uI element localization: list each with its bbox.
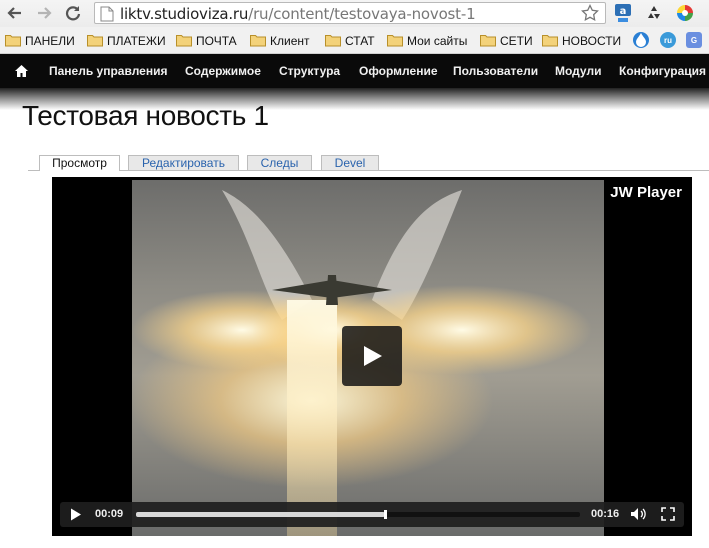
toolbar-item-dashboard[interactable]: Панель управления [49,64,167,78]
seek-bar[interactable] [136,510,580,519]
folder-icon [325,35,341,47]
toolbar-item-structure[interactable]: Структура [279,64,340,78]
ru-badge-icon[interactable]: ru [660,32,676,48]
reload-icon [65,6,81,21]
browser-address-row: liktv.studioviza.ru/ru/content/testovaya… [0,0,709,27]
folder-icon [250,35,266,47]
address-bar[interactable]: liktv.studioviza.ru/ru/content/testovaya… [94,2,606,24]
bookmark-folder-stat[interactable]: СТАТ [325,32,375,49]
bookmark-label: Мои сайты [407,33,468,48]
bookmark-folder-novosti[interactable]: НОВОСТИ [542,32,621,49]
url-host: liktv.studioviza.ru [120,5,249,23]
admin-toolbar: Панель управления Содержимое Структура О… [0,54,709,88]
play-overlay-button[interactable] [342,326,402,386]
play-icon [71,508,81,521]
bookmark-folder-paneli[interactable]: ПАНЕЛИ [5,32,75,49]
toolbar-item-configuration[interactable]: Конфигурация [619,64,706,78]
folder-icon [387,35,403,47]
tab-edit[interactable]: Редактировать [128,155,239,170]
back-button[interactable] [6,4,24,22]
toolbar-item-people[interactable]: Пользователи [453,64,538,78]
extension-recycle-icon[interactable] [643,2,665,24]
home-link[interactable] [15,64,28,82]
bookmark-label: Клиент [270,33,310,48]
bookmark-folder-pochta[interactable]: ПОЧТА [176,32,237,49]
fullscreen-icon [661,507,675,521]
tab-view[interactable]: Просмотр [39,155,120,171]
seek-bar-played [136,512,385,517]
toolbar-item-modules[interactable]: Модули [555,64,601,78]
folder-icon [480,35,496,47]
bookmark-label: ПАНЕЛИ [25,33,75,48]
player-brand-watermark: JW Player [610,184,682,201]
translate-icon[interactable]: G [686,32,702,48]
bookmark-label: СТАТ [345,33,375,48]
forward-arrow-icon [38,7,52,19]
page-icon [100,6,114,22]
play-button[interactable] [70,508,82,526]
forward-button[interactable] [35,4,53,22]
bookmark-label: СЕТИ [500,33,533,48]
extension-download-icon[interactable]: a [612,2,634,24]
elapsed-time: 00:09 [95,508,124,520]
tabs-baseline [28,170,709,171]
volume-icon [631,508,646,520]
bookmarks-bar: ПАНЕЛИ ПЛАТЕЖИ ПОЧТА Клиент СТАТ Мои сай… [0,27,709,54]
bookmark-folder-klient[interactable]: Клиент [250,32,310,49]
extension-colorwheel-icon[interactable] [674,2,696,24]
bookmark-label: НОВОСТИ [562,33,622,48]
reload-button[interactable] [64,4,82,22]
toolbar-item-appearance[interactable]: Оформление [359,64,438,78]
player-controlbar: 00:09 00:16 [60,502,684,527]
tab-devel[interactable]: Devel [321,155,379,170]
folder-icon [176,35,192,47]
back-arrow-icon [7,7,21,19]
folder-icon [5,35,21,47]
bookmark-folder-platezhi[interactable]: ПЛАТЕЖИ [87,32,166,49]
bookmark-star-icon[interactable] [581,4,599,22]
drupal-drop-icon[interactable] [633,32,649,48]
folder-icon [542,35,558,47]
url-path: /ru/content/testovaya-novost-1 [248,5,476,23]
seek-handle[interactable] [383,510,387,519]
home-icon [15,65,28,77]
bookmark-label: ПОЧТА [196,33,237,48]
folder-icon [87,35,103,47]
video-player[interactable]: JW Player 00:09 00:16 [52,177,692,536]
bookmark-label: ПЛАТЕЖИ [107,33,166,48]
toolbar-item-content[interactable]: Содержимое [185,64,261,78]
svg-text:a: a [620,6,627,17]
bookmark-folder-seti[interactable]: СЕТИ [480,32,533,49]
url-text: liktv.studioviza.ru/ru/content/testovaya… [120,5,476,23]
volume-button[interactable] [630,507,648,526]
duration-time: 00:16 [591,508,620,520]
play-icon [364,346,382,366]
fullscreen-button[interactable] [661,507,675,526]
page-title: Тестовая новость 1 [22,100,269,131]
tab-track[interactable]: Следы [247,155,312,170]
bookmark-folder-moi-saity[interactable]: Мои сайты [387,32,467,49]
